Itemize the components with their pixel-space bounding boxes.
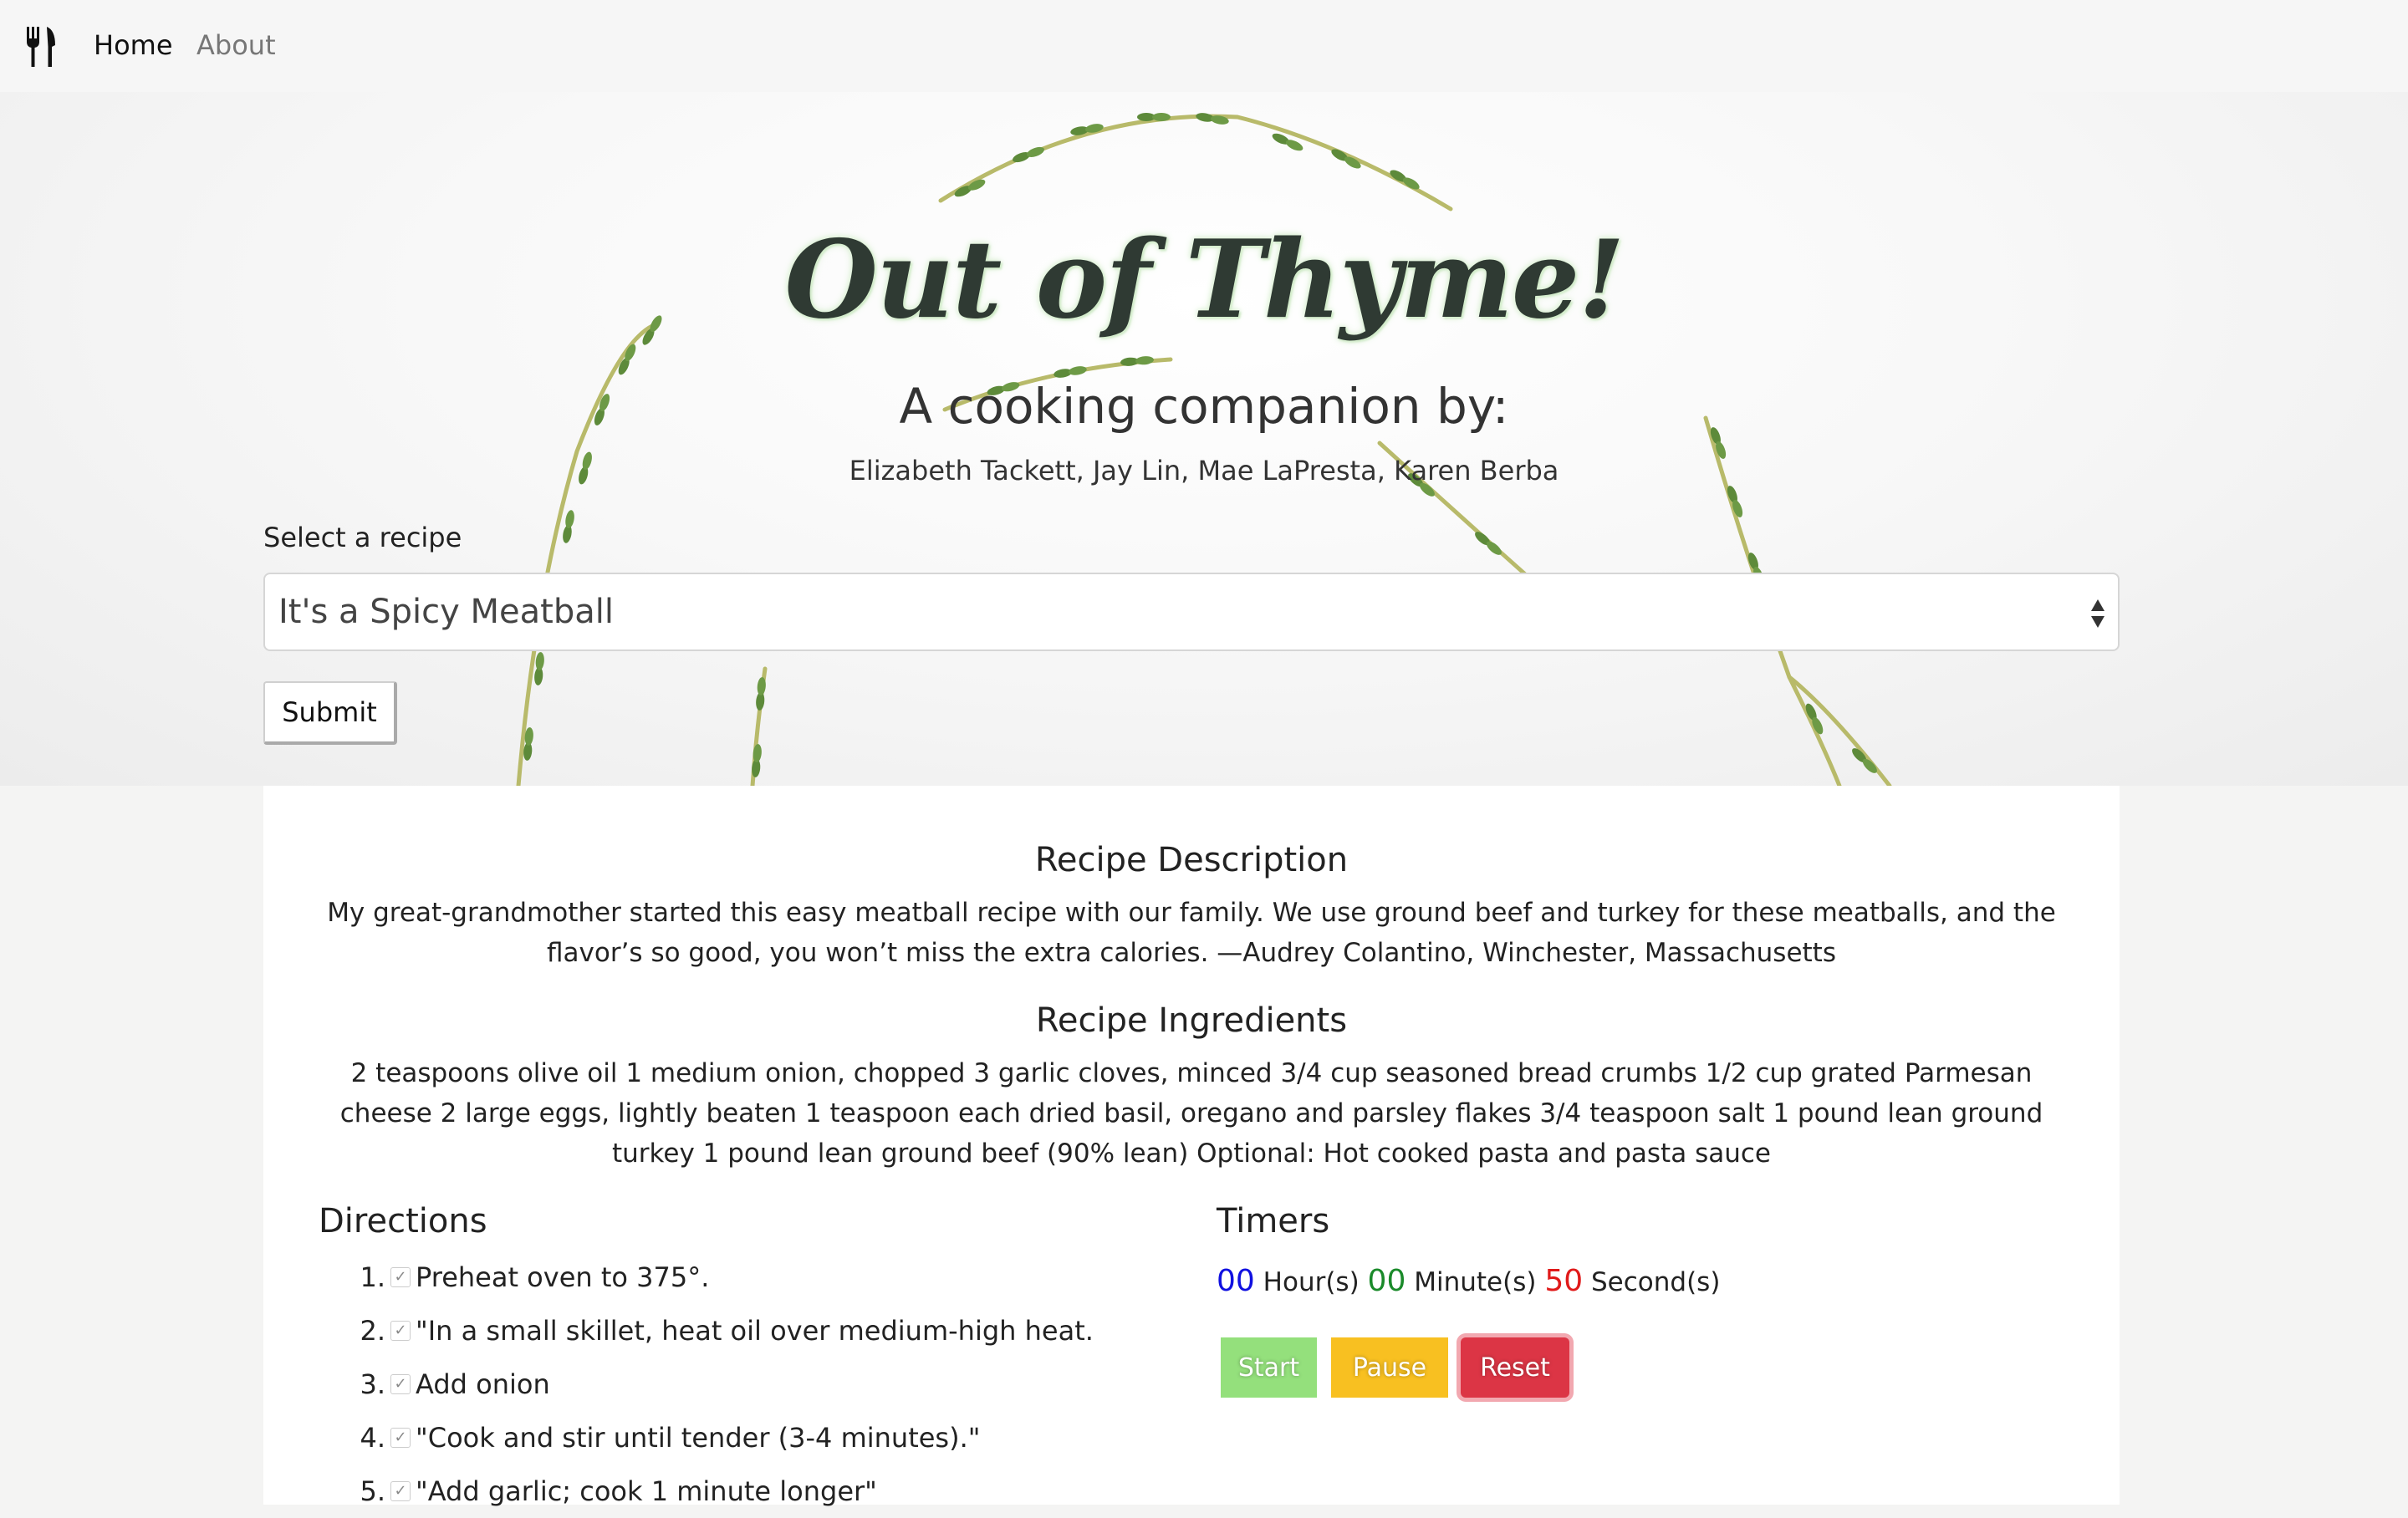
timer-seconds-label: Second(s)	[1590, 1267, 1721, 1297]
directions-list: 1. ✓ Preheat oven to 375°. 2. ✓ "In a sm…	[355, 1251, 1094, 1518]
direction-number: 1.	[360, 1261, 385, 1293]
timer-display: 00 Hour(s) 00 Minute(s) 50 Second(s)	[1217, 1264, 1720, 1298]
timer-seconds: 50	[1544, 1264, 1584, 1298]
timers-title: Timers	[1217, 1202, 1330, 1240]
directions-title: Directions	[319, 1202, 487, 1240]
direction-item: 2. ✓ "In a small skillet, heat oil over …	[355, 1304, 1094, 1358]
checkbox[interactable]: ✓	[390, 1374, 411, 1394]
timer-minutes: 00	[1367, 1264, 1406, 1298]
recipe-select-label: Select a recipe	[263, 522, 462, 553]
direction-item: 5. ✓ "Add garlic; cook 1 minute longer"	[355, 1465, 1094, 1518]
app-subtitle: A cooking companion by:	[899, 378, 1509, 435]
ingredients-text: 2 teaspoons olive oil 1 medium onion, ch…	[339, 1058, 2043, 1169]
recipe-card: Recipe Description My great-grandmother …	[263, 786, 2120, 1507]
timer-pause-button[interactable]: Pause	[1331, 1337, 1448, 1398]
recipe-select[interactable]: It's a Spicy Meatball	[263, 573, 2120, 651]
submit-button[interactable]: Submit	[263, 681, 397, 745]
direction-text: Add onion	[416, 1368, 550, 1400]
ingredients-title: Recipe Ingredients	[1035, 1001, 1348, 1040]
app-authors: Elizabeth Tackett, Jay Lin, Mae LaPresta…	[849, 455, 1559, 486]
direction-number: 3.	[360, 1368, 385, 1400]
timer-minutes-label: Minute(s)	[1414, 1267, 1537, 1297]
direction-item: 3. ✓ Add onion	[355, 1358, 1094, 1411]
timer-hours-label: Hour(s)	[1263, 1267, 1360, 1297]
checkbox[interactable]: ✓	[390, 1428, 411, 1448]
timer-hours: 00	[1217, 1264, 1255, 1298]
checkbox[interactable]: ✓	[390, 1267, 411, 1287]
timer-start-button[interactable]: Start	[1221, 1337, 1317, 1398]
checkbox[interactable]: ✓	[390, 1481, 411, 1501]
description-text: My great-grandmother started this easy m…	[327, 898, 2056, 968]
recipe-select-value: It's a Spicy Meatball	[278, 593, 614, 631]
select-arrows-icon	[2091, 599, 2104, 628]
direction-number: 5.	[360, 1475, 385, 1507]
fork-knife-icon[interactable]	[25, 27, 59, 67]
timer-reset-button[interactable]: Reset	[1461, 1337, 1569, 1398]
direction-item: 1. ✓ Preheat oven to 375°.	[355, 1251, 1094, 1304]
nav-about-link[interactable]: About	[196, 27, 276, 64]
direction-item: 4. ✓ "Cook and stir until tender (3-4 mi…	[355, 1411, 1094, 1465]
direction-text: Preheat oven to 375°.	[416, 1261, 710, 1293]
app-title: Out of Thyme!	[784, 217, 1625, 343]
direction-text: "In a small skillet, heat oil over mediu…	[416, 1315, 1094, 1347]
direction-number: 4.	[360, 1422, 385, 1454]
direction-text: "Add garlic; cook 1 minute longer"	[416, 1475, 877, 1507]
nav-home-link[interactable]: Home	[94, 27, 173, 64]
navbar: Home About	[0, 0, 2408, 92]
direction-text: "Cook and stir until tender (3-4 minutes…	[416, 1422, 981, 1454]
checkbox[interactable]: ✓	[390, 1321, 411, 1341]
description-title: Recipe Description	[1034, 841, 1349, 879]
direction-number: 2.	[360, 1315, 385, 1347]
